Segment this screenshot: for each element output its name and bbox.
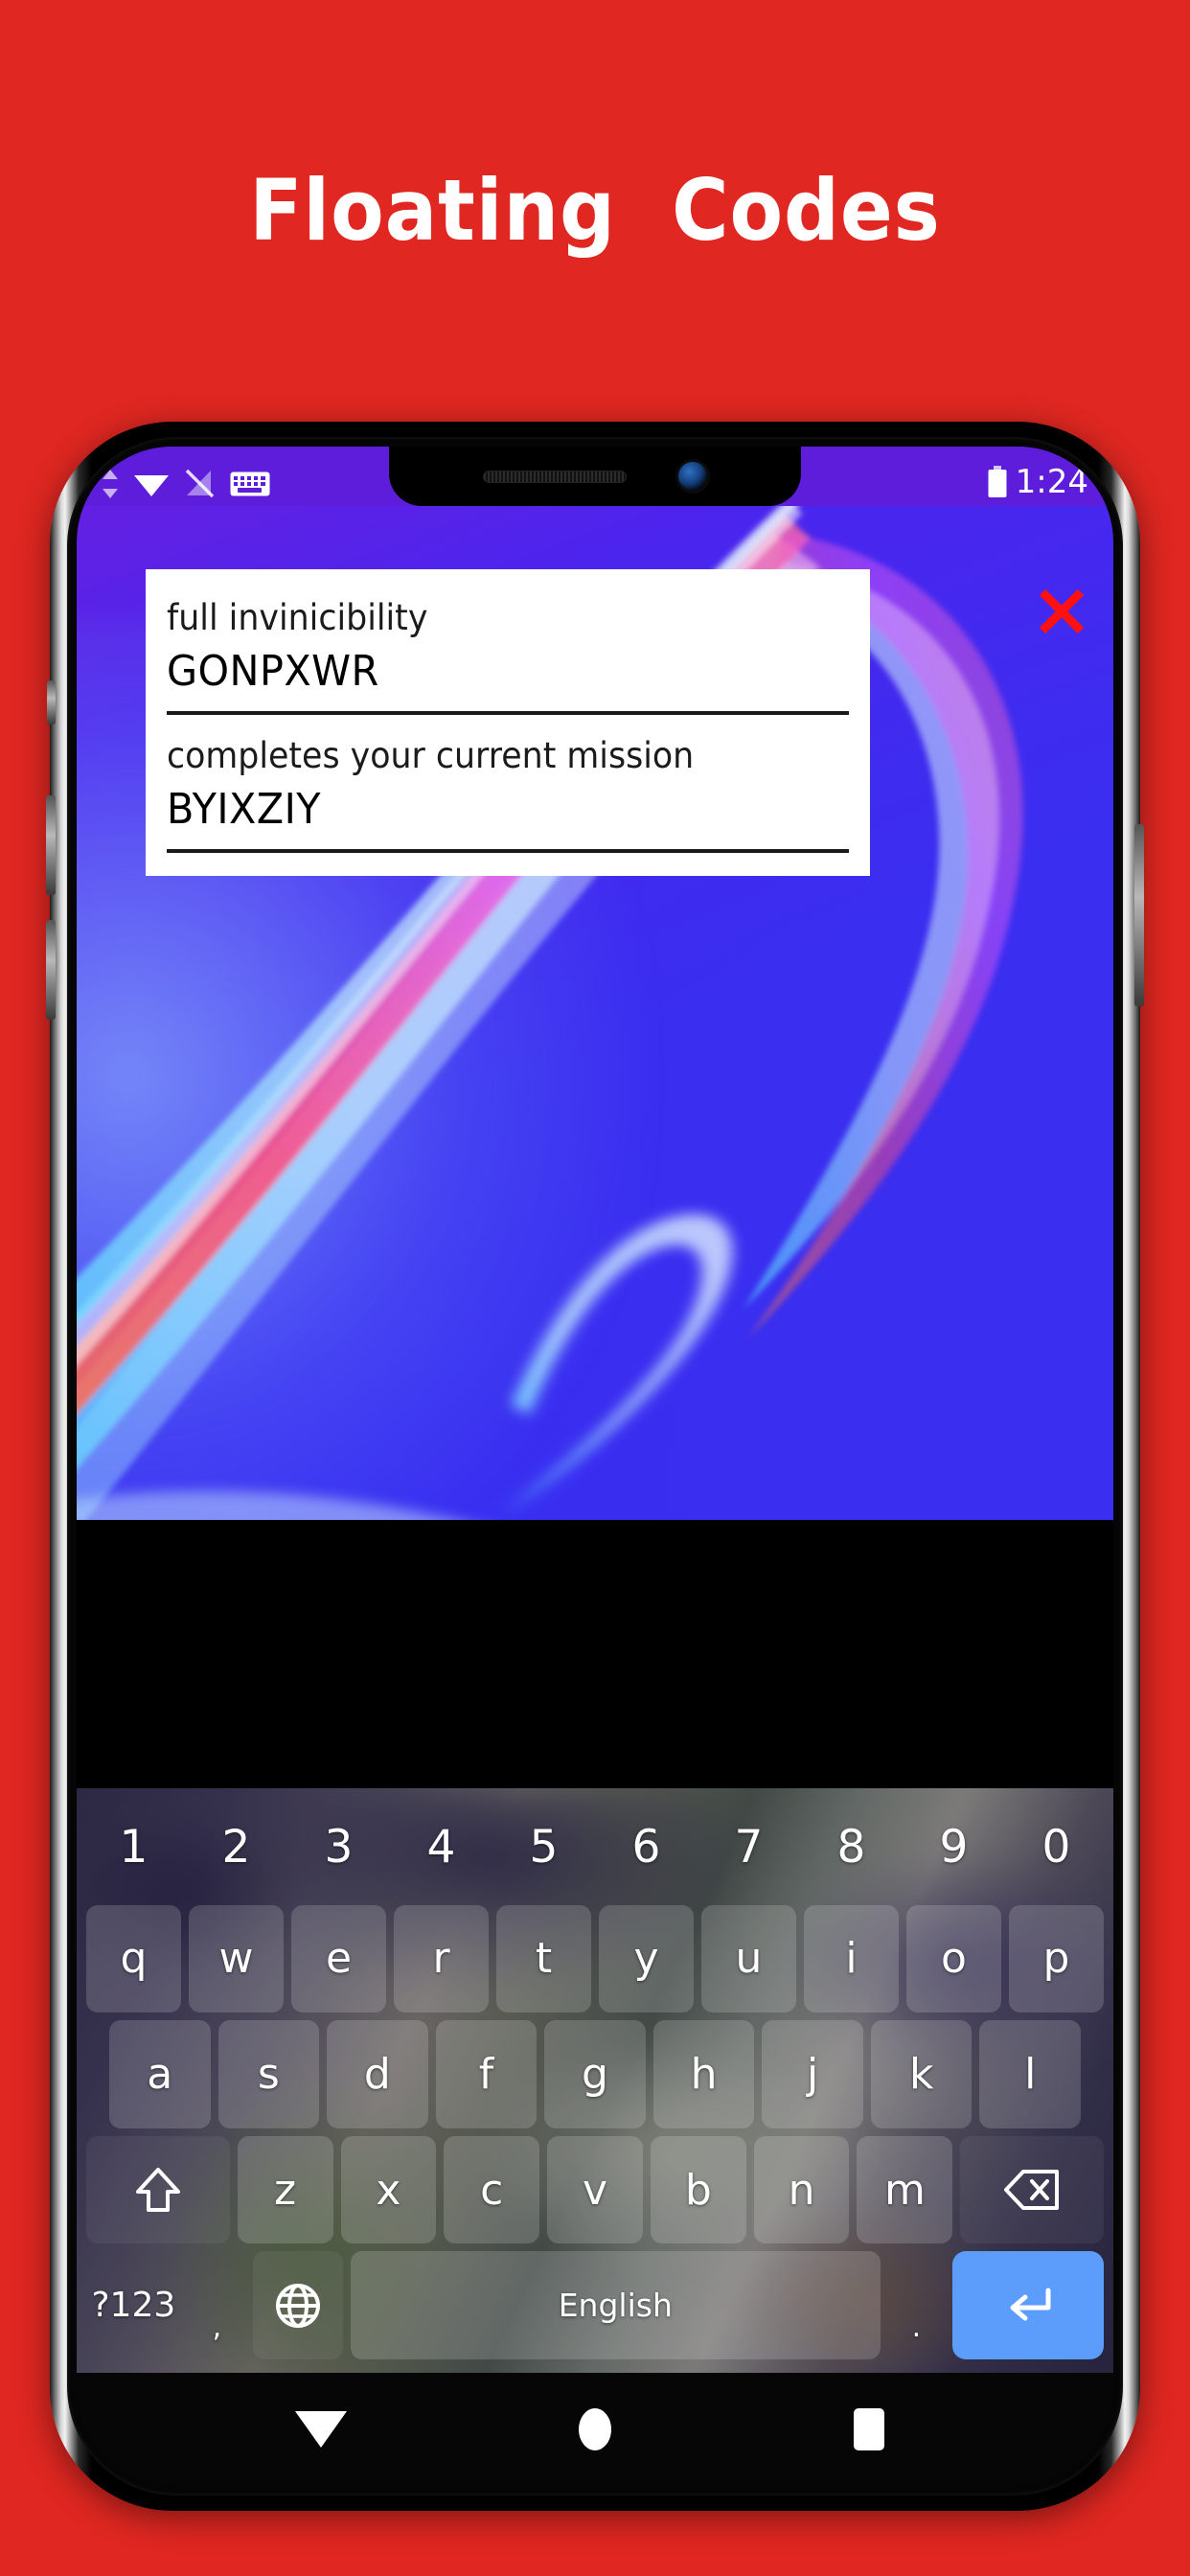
home-button[interactable] — [552, 2386, 638, 2472]
key-3[interactable]: 3 — [291, 1798, 386, 1898]
code-value[interactable]: GONPXWR — [167, 642, 808, 702]
mute-switch-button[interactable] — [47, 680, 56, 724]
keyboard-action-row: ?123 , English . — [82, 2247, 1108, 2363]
shift-arrow-icon — [135, 2168, 180, 2213]
globe-icon — [275, 2283, 320, 2328]
key-2[interactable]: 2 — [189, 1798, 284, 1898]
key-y[interactable]: y — [599, 1904, 694, 2013]
display-notch — [389, 447, 801, 506]
key-g[interactable]: g — [544, 2020, 646, 2128]
key-r[interactable]: r — [394, 1904, 489, 2013]
backspace-icon — [1004, 2170, 1060, 2211]
key-x[interactable]: x — [340, 2135, 437, 2244]
key-u[interactable]: u — [701, 1904, 796, 2013]
key-4[interactable]: 4 — [394, 1798, 489, 1898]
key-b[interactable]: b — [650, 2135, 746, 2244]
backspace-key[interactable] — [960, 2135, 1104, 2244]
volume-down-button[interactable] — [46, 920, 56, 1020]
key-w[interactable]: w — [189, 1904, 284, 2013]
on-screen-keyboard[interactable]: 1 2 3 4 5 6 7 8 9 0 q w e r t y u i o p … — [77, 1788, 1113, 2373]
recents-square-icon — [854, 2408, 884, 2450]
key-h[interactable]: h — [652, 2020, 755, 2128]
code-entry-row[interactable]: completes your current mission BYIXZIY — [146, 728, 870, 840]
shift-key[interactable] — [86, 2135, 230, 2244]
code-row-divider — [167, 711, 849, 716]
battery-icon — [988, 466, 1007, 497]
front-camera-icon — [678, 462, 707, 491]
key-k[interactable]: k — [870, 2020, 973, 2128]
key-d[interactable]: d — [327, 2020, 428, 2128]
keyboard-home-row: a s d f g h j k l — [82, 2016, 1108, 2132]
key-o[interactable]: o — [906, 1904, 1001, 2013]
keyboard-rows: 1 2 3 4 5 6 7 8 9 0 q w e r t y u i o p … — [77, 1788, 1113, 2373]
key-5[interactable]: 5 — [496, 1798, 591, 1898]
power-button[interactable] — [1134, 824, 1144, 1006]
key-n[interactable]: n — [753, 2135, 850, 2244]
page-title: Floating Codes — [249, 161, 941, 260]
phone-screen: full invinicibility GONPXWR completes yo… — [77, 447, 1113, 2486]
key-i[interactable]: i — [804, 1904, 899, 2013]
comma-key[interactable]: , — [189, 2251, 245, 2359]
code-value[interactable]: BYIXZIY — [167, 780, 808, 840]
close-icon — [1039, 588, 1085, 634]
key-q[interactable]: q — [86, 1904, 181, 2013]
status-bar-left-icons — [102, 468, 270, 498]
key-p[interactable]: p — [1009, 1904, 1104, 2013]
key-1[interactable]: 1 — [86, 1798, 181, 1898]
volume-up-button[interactable] — [46, 795, 56, 895]
key-t[interactable]: t — [496, 1904, 591, 2013]
enter-key[interactable] — [952, 2251, 1105, 2360]
data-transfer-icon — [103, 470, 118, 498]
key-6[interactable]: 6 — [599, 1798, 694, 1898]
key-7[interactable]: 7 — [701, 1798, 796, 1898]
close-button[interactable] — [1031, 581, 1092, 642]
phone-device-frame: full invinicibility GONPXWR completes yo… — [46, 422, 1144, 2511]
floating-codes-card: full invinicibility GONPXWR completes yo… — [146, 569, 870, 877]
key-l[interactable]: l — [979, 2020, 1082, 2128]
key-8[interactable]: 8 — [804, 1798, 899, 1898]
key-v[interactable]: v — [547, 2135, 643, 2244]
code-description: full invinicibility — [167, 597, 428, 638]
recents-button[interactable] — [826, 2386, 912, 2472]
language-switch-key[interactable] — [253, 2251, 343, 2360]
home-circle-icon — [579, 2408, 611, 2450]
back-triangle-icon — [295, 2411, 347, 2448]
key-0[interactable]: 0 — [1009, 1798, 1104, 1898]
code-entry-row[interactable]: full invinicibility GONPXWR — [146, 590, 870, 702]
keyboard-number-row: 1 2 3 4 5 6 7 8 9 0 — [82, 1794, 1108, 1901]
android-navigation-bar — [77, 2373, 1113, 2486]
status-bar-right: 1:24 — [987, 466, 1088, 498]
key-z[interactable]: z — [237, 2135, 333, 2244]
key-c[interactable]: c — [444, 2135, 540, 2244]
enter-arrow-icon — [1010, 2288, 1051, 2321]
key-j[interactable]: j — [762, 2020, 863, 2128]
key-m[interactable]: m — [857, 2135, 953, 2244]
period-key[interactable]: . — [888, 2251, 945, 2359]
key-f[interactable]: f — [435, 2020, 538, 2128]
code-row-divider — [167, 849, 849, 854]
earpiece-speaker-icon — [483, 470, 627, 483]
wifi-icon — [134, 475, 169, 496]
keyboard-top-row: q w e r t y u i o p — [82, 1901, 1108, 2017]
signal-off-icon — [185, 469, 215, 498]
key-e[interactable]: e — [291, 1904, 386, 2013]
keyboard-bottom-letter-row: z x c v b n m — [82, 2132, 1108, 2248]
key-a[interactable]: a — [108, 2020, 211, 2128]
key-s[interactable]: s — [217, 2020, 320, 2128]
symbols-key[interactable]: ?123 — [86, 2251, 181, 2359]
status-bar-clock: 1:24 — [1015, 463, 1088, 501]
spacebar-key[interactable]: English — [350, 2251, 881, 2360]
back-button[interactable] — [278, 2386, 364, 2472]
code-description: completes your current mission — [167, 735, 695, 777]
key-9[interactable]: 9 — [906, 1798, 1001, 1898]
keyboard-icon — [230, 472, 270, 496]
